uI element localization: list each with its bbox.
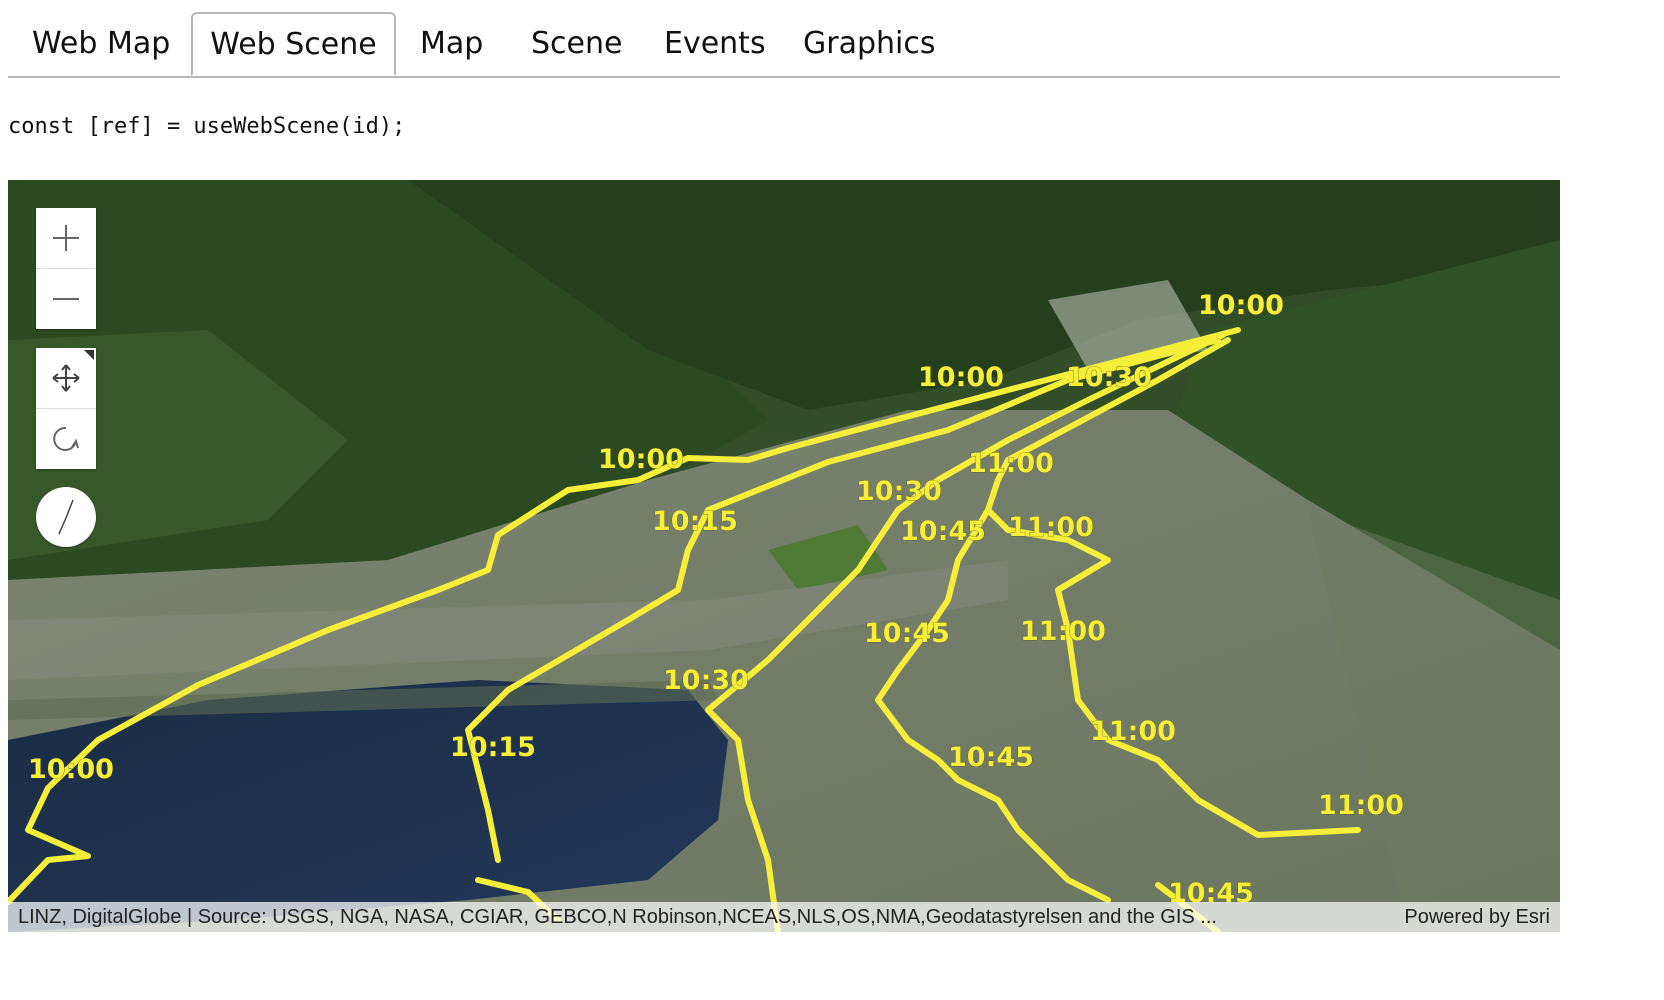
scene-terrain: 10:00 10:00 10:00 10:00 10:30 11:00 10:3… [8, 180, 1560, 932]
zoom-controls [36, 208, 96, 329]
pan-arrows-icon [52, 364, 80, 392]
time-label: 10:15 [652, 506, 738, 537]
web-scene-view[interactable]: 10:00 10:00 10:00 10:00 10:30 11:00 10:3… [8, 180, 1560, 932]
attribution-bar: LINZ, DigitalGlobe | Source: USGS, NGA, … [8, 902, 1560, 932]
tab-web-map[interactable]: Web Map [32, 12, 170, 76]
powered-by-esri[interactable]: Powered by Esri [1404, 902, 1550, 932]
time-label: 10:15 [450, 732, 536, 763]
plus-icon [53, 225, 79, 251]
compass-button[interactable] [36, 487, 96, 547]
time-label: 11:00 [968, 448, 1054, 479]
compass-icon [58, 499, 74, 535]
time-label: 11:00 [1090, 716, 1176, 747]
time-label: 10:00 [598, 444, 684, 475]
time-label: 11:00 [1008, 512, 1094, 543]
time-label: 10:00 [28, 754, 114, 785]
tab-scene[interactable]: Scene [531, 12, 622, 76]
time-label: 10:45 [864, 618, 950, 649]
tab-events[interactable]: Events [664, 12, 766, 76]
rotate-button[interactable] [36, 408, 96, 469]
tab-bar: Web Map Web Scene Map Scene Events Graph… [8, 12, 1560, 78]
attribution-source[interactable]: LINZ, DigitalGlobe | Source: USGS, NGA, … [18, 902, 1368, 932]
code-snippet: const [ref] = useWebScene(id); [8, 114, 406, 139]
tab-graphics[interactable]: Graphics [803, 12, 935, 76]
time-label: 10:30 [856, 476, 942, 507]
time-label: 10:30 [663, 665, 749, 696]
time-label: 11:00 [1020, 616, 1106, 647]
time-label: 10:30 [1066, 362, 1152, 393]
navigation-controls [36, 348, 96, 469]
time-label: 10:00 [1198, 290, 1284, 321]
corner-triangle-icon [84, 350, 94, 360]
time-label: 10:45 [948, 742, 1034, 773]
time-label: 10:45 [900, 516, 986, 547]
zoom-in-button[interactable] [36, 208, 96, 268]
tab-web-scene[interactable]: Web Scene [191, 12, 396, 76]
zoom-out-button[interactable] [36, 268, 96, 329]
pan-button[interactable] [36, 348, 96, 408]
rotate-icon [53, 426, 79, 451]
time-label: 11:00 [1318, 790, 1404, 821]
minus-icon [53, 298, 79, 300]
tab-map[interactable]: Map [420, 12, 483, 76]
time-label: 10:00 [918, 362, 1004, 393]
